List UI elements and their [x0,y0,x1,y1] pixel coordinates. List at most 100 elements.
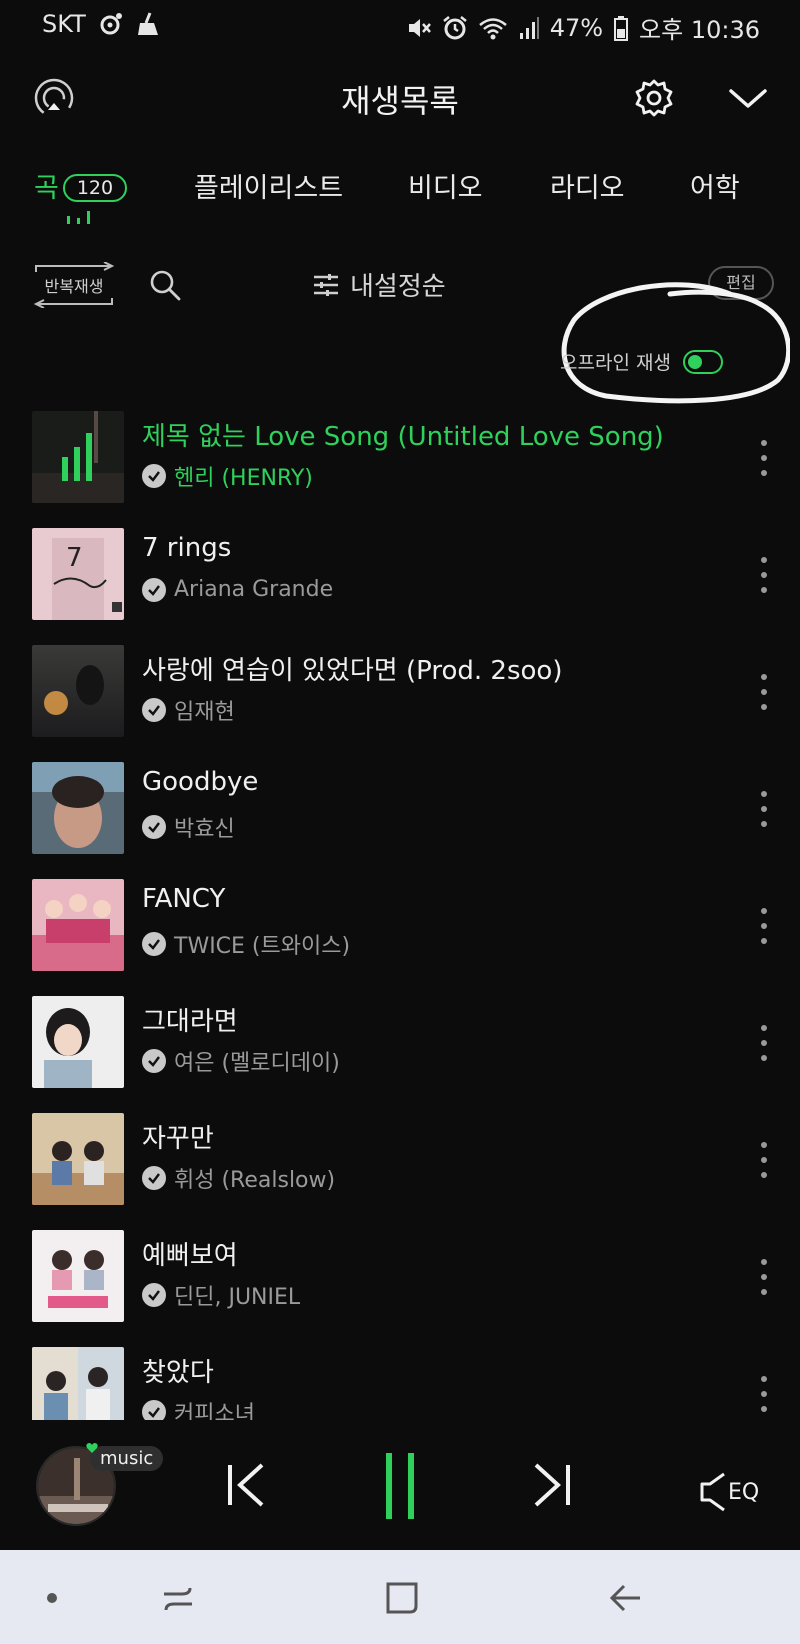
repeat-label: 반복재생 [44,277,104,296]
settings-button[interactable] [630,74,678,122]
dot-icon [47,1593,57,1603]
mute-icon [408,18,431,37]
next-button[interactable] [528,1460,576,1510]
song-title: 예뻐보여 [142,1241,238,1271]
more-options-button[interactable] [752,1142,776,1178]
repeat-button[interactable]: 반복재생 [32,262,116,308]
song-title: 7 rings [142,533,232,563]
song-row[interactable]: Goodbye 박효신 [0,751,800,868]
back-arrow-icon [609,1584,640,1612]
song-artist: 커피소녀 [142,1396,255,1420]
song-title: Goodbye [142,767,259,797]
tab-songs-label: 곡 [34,173,59,204]
music-badge-label: music [100,1448,154,1469]
svg-text:7: 7 [66,543,83,573]
pause-button[interactable] [378,1450,422,1522]
nav-dot-button[interactable] [32,1578,72,1618]
sort-label: 내설정순 [350,272,446,302]
offline-play-label: 오프라인 재생 [560,352,671,374]
album-art [32,1347,124,1420]
wifi-icon [478,17,507,39]
recent-apps-button[interactable] [158,1578,198,1618]
song-artist: 박효신 [142,811,235,843]
signal-icon [519,16,539,39]
page-title: 재생목록 [341,82,459,120]
song-artist: Ariana Grande [142,577,333,602]
album-art [32,411,124,503]
home-button[interactable] [382,1578,422,1618]
tab-songs[interactable]: 곡 120 [34,166,128,205]
tab-radio[interactable]: 라디오 [550,166,625,205]
category-tabs: 곡 120 플레이리스트 비디오 라디오 어학 [0,160,800,230]
playing-bars-icon [67,211,90,224]
more-options-button[interactable] [752,1025,776,1061]
song-title: 사랑에 연습이 있었다면 (Prod. 2soo) [142,656,563,686]
album-art [32,1113,124,1205]
song-count-badge: 120 [62,173,128,202]
more-options-button[interactable] [752,1259,776,1295]
downloaded-check-icon [142,464,166,488]
more-options-button[interactable] [752,557,776,593]
eq-button[interactable]: EQ [700,1472,759,1512]
song-title: 제목 없는 Love Song (Untitled Love Song) [142,422,664,452]
downloaded-check-icon [142,1166,166,1190]
song-artist: TWICE (트와이스) [142,928,350,960]
song-row[interactable]: 제목 없는 Love Song (Untitled Love Song) 헨리 … [0,400,800,517]
song-row[interactable]: 7 7 rings Ariana Grande [0,517,800,634]
downloaded-check-icon [142,698,166,722]
chevron-down-icon [729,89,767,108]
song-row[interactable]: 찾았다 커피소녀 [0,1336,800,1420]
song-title: 자꾸만 [142,1124,214,1154]
search-icon [150,270,181,301]
more-options-button[interactable] [752,908,776,944]
artist-name: 딘딘, JUNIEL [174,1285,301,1310]
artist-name: 헨리 (HENRY) [174,466,313,491]
song-title: FANCY [142,884,226,914]
album-art: 7 [32,528,124,620]
clock-text: 오후 10:36 [639,16,760,44]
song-artist: 휘성 (Realslow) [142,1162,335,1194]
search-button[interactable] [148,268,182,302]
sync-icon [100,13,122,35]
artist-name: 임재현 [174,700,235,725]
gear-icon [635,79,673,117]
offline-play-toggle[interactable] [682,349,723,374]
header: 재생목록 [0,62,800,132]
song-row[interactable]: 그대라면 여은 (멜로디데이) [0,985,800,1102]
album-art [32,1230,124,1322]
previous-button[interactable] [222,1460,270,1510]
status-bar: SKT 47% 오후 10:36 [0,0,800,52]
home-icon [386,1582,418,1614]
sort-button[interactable]: 내설정순 [312,266,446,303]
song-row[interactable]: FANCY TWICE (트와이스) [0,868,800,985]
offline-play-row: 오프라인 재생 [560,348,723,375]
next-icon [534,1463,570,1507]
tab-video[interactable]: 비디오 [408,166,483,205]
tab-language[interactable]: 어학 [690,166,740,205]
album-art [32,996,124,1088]
pause-icon [386,1453,414,1519]
song-title: 찾았다 [142,1358,214,1388]
song-row[interactable]: 자꾸만 휘성 (Realslow) [0,1102,800,1219]
back-button[interactable] [606,1578,646,1618]
downloaded-check-icon [142,1283,166,1307]
more-options-button[interactable] [752,674,776,710]
system-nav-bar [0,1550,800,1644]
artist-name: 여은 (멜로디데이) [174,1051,340,1076]
mini-player: music EQ [0,1430,800,1540]
heart-icon [86,1443,98,1453]
artist-name: 커피소녀 [174,1402,255,1420]
collapse-button[interactable] [724,74,772,122]
sort-sliders-icon [314,273,338,296]
downloaded-check-icon [142,1049,166,1073]
song-row[interactable]: 사랑에 연습이 있었다면 (Prod. 2soo) 임재현 [0,634,800,751]
tab-playlist[interactable]: 플레이리스트 [194,166,343,205]
more-options-button[interactable] [752,791,776,827]
more-options-button[interactable] [752,440,776,476]
more-options-button[interactable] [752,1376,776,1412]
song-artist: 여은 (멜로디데이) [142,1045,340,1077]
song-row[interactable]: 예뻐보여 딘딘, JUNIEL [0,1219,800,1336]
eq-label: EQ [728,1479,760,1505]
album-art [32,645,124,737]
album-art [32,762,124,854]
